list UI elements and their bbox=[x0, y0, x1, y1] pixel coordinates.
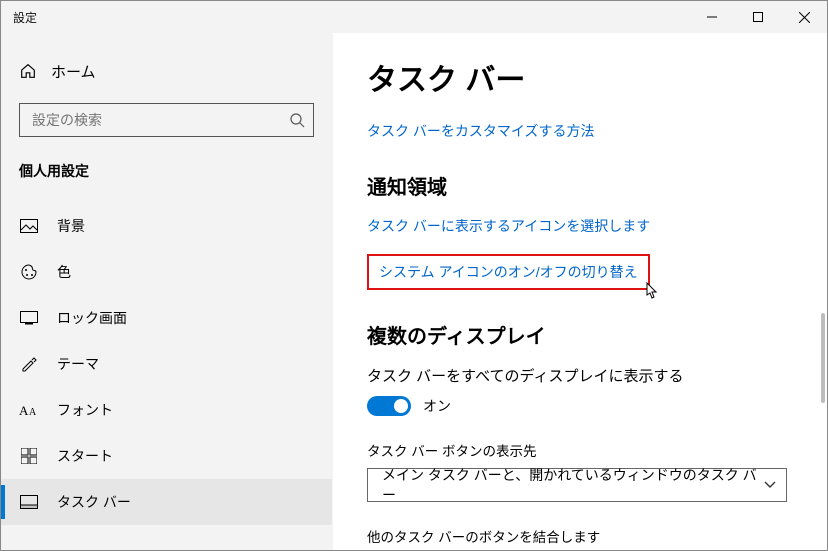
select-value: メイン タスク バーと、開かれているウィンドウのタスク バー bbox=[382, 465, 764, 505]
sidebar-item-background[interactable]: 背景 bbox=[1, 203, 332, 249]
label-show-on-all-displays: タスク バーをすべてのディスプレイに表示する bbox=[367, 365, 803, 386]
window-title: 設定 bbox=[13, 9, 37, 26]
search-input[interactable] bbox=[30, 111, 287, 129]
sidebar-item-label: テーマ bbox=[57, 354, 99, 374]
fonts-icon: AA bbox=[19, 402, 39, 418]
svg-text:A: A bbox=[29, 407, 37, 418]
highlighted-link-box: システム アイコンのオン/オフの切り替え bbox=[367, 254, 650, 290]
start-icon bbox=[19, 448, 39, 464]
heading-notification-area: 通知領域 bbox=[367, 171, 803, 200]
search-box[interactable] bbox=[19, 103, 314, 137]
link-select-taskbar-icons[interactable]: タスク バーに表示するアイコンを選択します bbox=[367, 216, 650, 236]
home-icon bbox=[19, 62, 37, 80]
sidebar-item-lockscreen[interactable]: ロック画面 bbox=[1, 295, 332, 341]
sidebar-item-themes[interactable]: テーマ bbox=[1, 341, 332, 387]
maximize-button[interactable] bbox=[735, 1, 781, 33]
sidebar-item-taskbar[interactable]: タスク バー bbox=[1, 479, 332, 525]
taskbar-icon bbox=[19, 495, 39, 509]
label-combine-other-taskbar-buttons: 他のタスク バーのボタンを結合します bbox=[367, 526, 803, 546]
sidebar-item-label: 色 bbox=[57, 262, 71, 282]
select-taskbar-buttons-location[interactable]: メイン タスク バーと、開かれているウィンドウのタスク バー bbox=[367, 468, 787, 502]
link-toggle-system-icons[interactable]: システム アイコンのオン/オフの切り替え bbox=[379, 262, 638, 282]
main-content: タスク バー タスク バーをカスタマイズする方法 通知領域 タスク バーに表示す… bbox=[333, 33, 827, 550]
label-taskbar-buttons-location: タスク バー ボタンの表示先 bbox=[367, 440, 803, 460]
cursor-icon bbox=[642, 282, 660, 302]
toggle-state-label: オン bbox=[423, 396, 451, 416]
sidebar-item-label: ロック画面 bbox=[57, 308, 127, 328]
sidebar-item-colors[interactable]: 色 bbox=[1, 249, 332, 295]
search-icon bbox=[287, 112, 307, 128]
sidebar-item-label: スタート bbox=[57, 446, 113, 466]
chevron-down-icon bbox=[764, 481, 776, 489]
sidebar-item-label: フォント bbox=[57, 400, 113, 420]
page-title: タスク バー bbox=[367, 55, 803, 99]
background-icon bbox=[19, 219, 39, 233]
colors-icon bbox=[19, 263, 39, 281]
heading-multiple-displays: 複数のディスプレイ bbox=[367, 320, 803, 349]
sidebar-item-fonts[interactable]: AA フォント bbox=[1, 387, 332, 433]
sidebar-item-start[interactable]: スタート bbox=[1, 433, 332, 479]
section-heading: 個人用設定 bbox=[1, 155, 332, 197]
lockscreen-icon bbox=[19, 311, 39, 325]
sidebar-item-label: 背景 bbox=[57, 216, 85, 236]
sidebar-item-label: タスク バー bbox=[57, 492, 131, 512]
minimize-button[interactable] bbox=[689, 1, 735, 33]
titlebar: 設定 bbox=[1, 1, 827, 33]
close-button[interactable] bbox=[781, 1, 827, 33]
sidebar: ホーム 個人用設定 背景 色 bbox=[1, 33, 333, 550]
svg-text:A: A bbox=[19, 403, 29, 418]
link-customize-taskbar[interactable]: タスク バーをカスタマイズする方法 bbox=[367, 121, 594, 141]
home-nav[interactable]: ホーム bbox=[1, 51, 332, 91]
toggle-show-on-all-displays[interactable] bbox=[367, 396, 411, 416]
home-label: ホーム bbox=[51, 61, 96, 82]
window-buttons bbox=[689, 1, 827, 33]
nav-list: 背景 色 ロック画面 テーマ bbox=[1, 203, 332, 525]
themes-icon bbox=[19, 355, 39, 373]
scrollbar-thumb[interactable] bbox=[821, 313, 825, 403]
